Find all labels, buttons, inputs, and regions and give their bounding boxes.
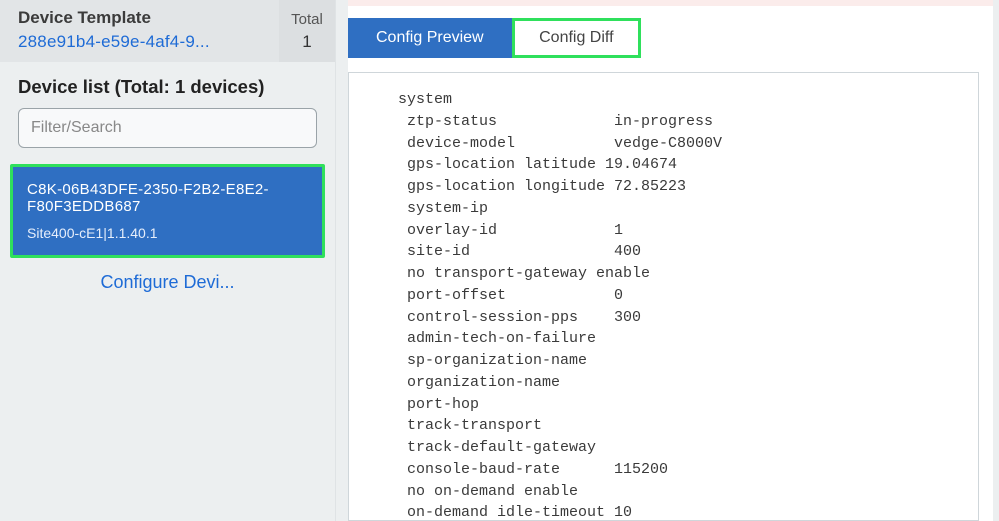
sidebar: Device Template 288e91b4-e59e-4af4-9... … (0, 0, 335, 521)
device-card-sub: Site400-cE1|1.1.40.1 (27, 225, 308, 241)
device-list-section: Device list (Total: 1 devices) (0, 62, 335, 164)
template-label: Device Template (18, 8, 271, 28)
template-value-link[interactable]: 288e91b4-e59e-4af4-9... (18, 32, 271, 52)
tabs: Config Preview Config Diff (348, 6, 993, 72)
template-total-value: 1 (279, 32, 335, 52)
tab-config-diff[interactable]: Config Diff (512, 18, 641, 58)
template-info: Device Template 288e91b4-e59e-4af4-9... (18, 8, 271, 52)
config-panel: system ztp-status in-progress device-mod… (348, 72, 979, 521)
search-wrap (18, 108, 317, 148)
search-input[interactable] (18, 108, 317, 148)
main-inner: Config Preview Config Diff system ztp-st… (348, 0, 993, 521)
tab-config-preview[interactable]: Config Preview (348, 18, 512, 58)
device-card[interactable]: C8K-06B43DFE-2350-F2B2-E8E2-F80F3EDDB687… (10, 164, 325, 258)
template-header: Device Template 288e91b4-e59e-4af4-9... … (0, 0, 335, 62)
config-text: system ztp-status in-progress device-mod… (389, 89, 958, 521)
device-list-title: Device list (Total: 1 devices) (18, 76, 317, 98)
template-total-label: Total (279, 11, 335, 28)
main-panel: Config Preview Config Diff system ztp-st… (335, 0, 999, 521)
app-container: Device Template 288e91b4-e59e-4af4-9... … (0, 0, 999, 521)
configure-device-link[interactable]: Configure Devi... (0, 262, 335, 293)
template-total: Total 1 (279, 0, 335, 62)
device-card-id: C8K-06B43DFE-2350-F2B2-E8E2-F80F3EDDB687 (27, 181, 308, 215)
